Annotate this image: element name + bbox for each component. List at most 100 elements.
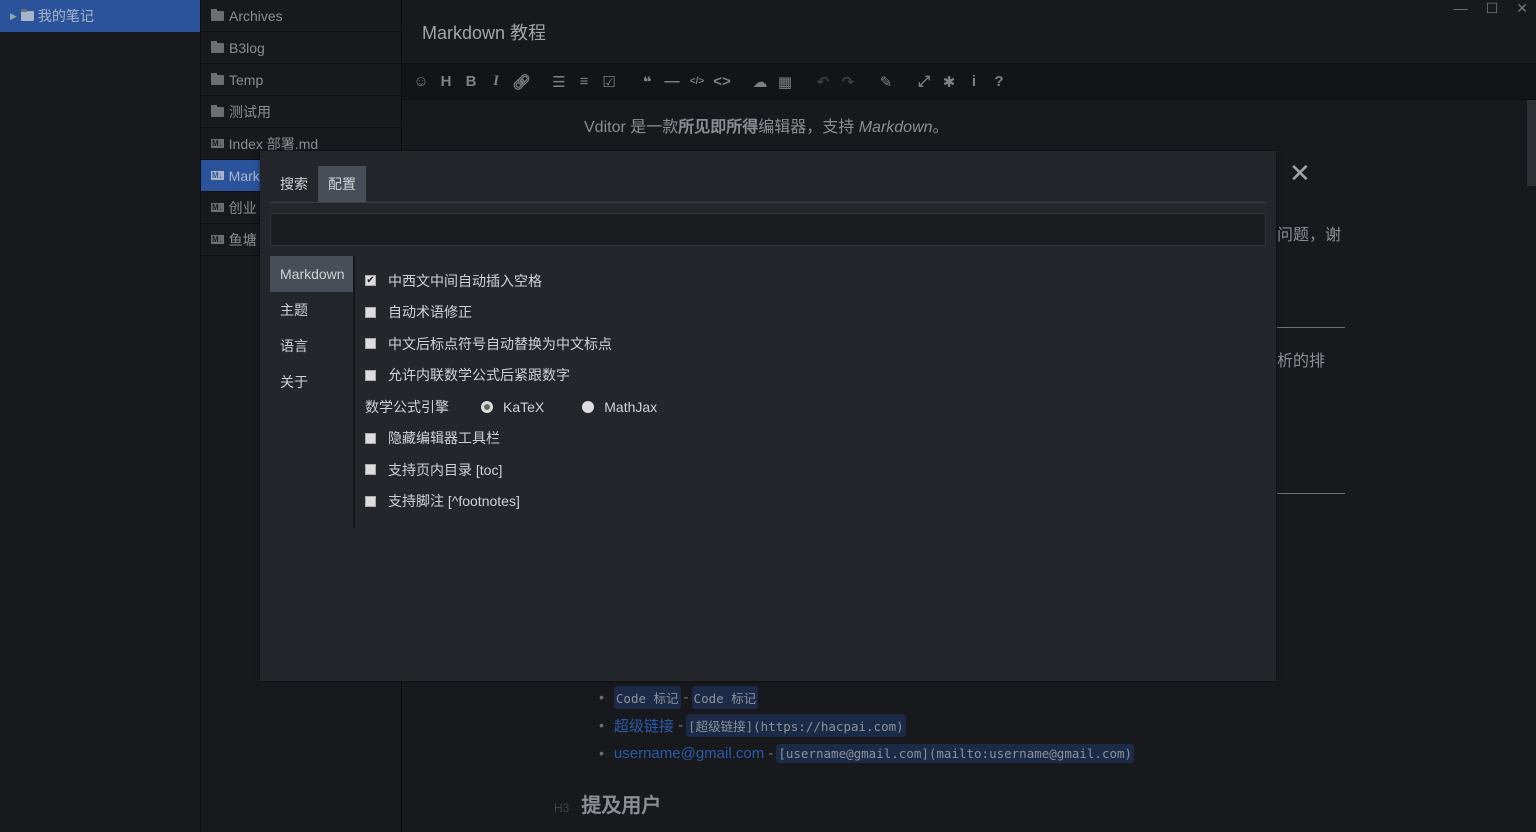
minimize-icon[interactable]: — (1454, 0, 1468, 17)
tab-settings[interactable]: 配置 (318, 166, 366, 202)
file-item[interactable]: B3log (201, 32, 401, 64)
paragraph-fragment: 问题，谢 (1277, 227, 1342, 244)
line-icon[interactable]: — (663, 73, 681, 90)
markdown-icon: M↓ (211, 171, 224, 180)
nav-markdown[interactable]: Markdown (270, 256, 353, 292)
document-title[interactable]: Markdown 教程 (402, 0, 1536, 64)
heading-text: 提及用户 (581, 795, 662, 817)
option-toc[interactable]: 支持页内目录 [toc] (365, 454, 657, 486)
nav-about[interactable]: 关于 (270, 364, 353, 400)
ordered-list-icon[interactable]: ≡ (575, 73, 593, 90)
folder-icon (211, 8, 224, 21)
file-label: Temp (229, 71, 264, 88)
divider (1277, 327, 1345, 328)
code-source: [username@gmail.com](mailto:username@gma… (776, 743, 1135, 763)
email-link[interactable]: username@gmail.com (614, 745, 764, 762)
intro-paragraph: Vditor 是一款所见即所得编辑器，支持 Markdown。 (584, 113, 949, 137)
italic-icon[interactable]: I (487, 73, 505, 90)
checkbox[interactable] (365, 464, 376, 476)
undo-icon[interactable]: ↶ (814, 73, 832, 91)
option-autospace[interactable]: ✔ 中西文中间自动插入空格 (365, 265, 657, 297)
option-label: 允许内联数学公式后紧跟数字 (388, 367, 570, 384)
headings-icon[interactable]: H (437, 73, 455, 90)
fullscreen-icon[interactable]: ⤢ (915, 73, 933, 90)
option-chinese-punct[interactable]: 中文后标点符号自动替换为中文标点 (365, 328, 657, 360)
checkbox[interactable] (365, 495, 376, 507)
maximize-icon[interactable]: ☐ (1486, 0, 1499, 17)
dialog-tabs: 搜索 配置 (270, 166, 1266, 203)
code-icon[interactable]: <> (713, 73, 731, 90)
info-icon[interactable]: i (965, 73, 983, 90)
tab-search[interactable]: 搜索 (270, 166, 318, 202)
divider (1277, 493, 1345, 494)
radio-mathjax[interactable] (582, 400, 595, 413)
notebook-label: 我的笔记 (37, 8, 94, 24)
inline-code-icon[interactable]: </> (688, 76, 706, 87)
bold-text: 所见即所得 (678, 119, 759, 136)
markdown-icon: M↓ (211, 203, 224, 212)
file-item[interactable]: Archives (201, 0, 401, 32)
checkbox[interactable] (365, 306, 376, 318)
option-label: 数学公式引擎 (365, 398, 449, 415)
folder-icon (211, 104, 224, 117)
folder-icon (211, 72, 224, 85)
redo-icon[interactable]: ↷ (839, 73, 857, 91)
option-label: 自动术语修正 (388, 304, 472, 321)
close-window-icon[interactable]: ✕ (1516, 0, 1528, 17)
window-controls: — ☐ ✕ (1454, 0, 1528, 17)
option-inline-math-digit[interactable]: 允许内联数学公式后紧跟数字 (365, 360, 657, 392)
check-icon[interactable]: ☑ (600, 73, 618, 91)
emoji-icon[interactable]: ☺ (412, 73, 430, 90)
nav-theme[interactable]: 主题 (270, 292, 353, 328)
list-icon[interactable]: ☰ (550, 73, 568, 91)
code-source: [超级链接](https://hacpai.com) (686, 713, 906, 737)
caret-right-icon: ▶ (10, 10, 17, 21)
heading-marker: H3 (554, 801, 570, 815)
toolbar: ☺ H B I 🔗︎ ☰ ≡ ☑ ❝ — </> <> ☁ ▦ ↶ ↷ ✎ ⤢ … (402, 64, 1536, 100)
checkbox[interactable]: ✔ (365, 275, 376, 287)
quote-icon[interactable]: ❝ (638, 73, 656, 91)
folder-icon (211, 40, 224, 53)
scrollbar[interactable] (1527, 100, 1536, 186)
option-label: 隐藏编辑器工具栏 (388, 430, 500, 447)
folder-icon (20, 9, 34, 21)
option-fixterm[interactable]: 自动术语修正 (365, 297, 657, 329)
option-hide-toolbar[interactable]: 隐藏编辑器工具栏 (365, 423, 657, 455)
code-source: Code 标记 (691, 685, 759, 709)
file-item[interactable]: 测试用 (201, 96, 401, 128)
devtools-bug-icon[interactable]: ✱ (940, 73, 958, 91)
link-icon[interactable]: 🔗︎ (512, 73, 531, 91)
edit-mode-icon[interactable]: ✎ (877, 73, 895, 91)
file-item[interactable]: Temp (201, 64, 401, 96)
text: Vditor 是一款 (584, 119, 679, 136)
markdown-options: ✔ 中西文中间自动插入空格 自动术语修正 中文后标点符号自动替换为中文标点 允许内… (365, 265, 657, 517)
notebook-item[interactable]: ▶ 我的笔记 (0, 0, 200, 32)
checkbox[interactable] (365, 369, 376, 381)
checkbox[interactable] (365, 338, 376, 350)
radio-label[interactable]: MathJax (604, 399, 657, 415)
nav-language[interactable]: 语言 (270, 328, 353, 364)
option-label: 中西文中间自动插入空格 (388, 272, 542, 289)
italic-text: Markdown (858, 119, 933, 136)
radio-katex[interactable] (481, 400, 493, 413)
option-footnotes[interactable]: 支持脚注 [^footnotes] (365, 486, 657, 518)
help-icon[interactable]: ? (990, 73, 1008, 90)
bold-icon[interactable]: B (462, 73, 480, 90)
markdown-icon: M↓ (211, 139, 224, 148)
option-label: 支持页内目录 [toc] (388, 461, 503, 478)
math-engine: 数学公式引擎 KaTeX MathJax (365, 391, 657, 423)
close-dialog-icon[interactable]: ✕ (1289, 160, 1311, 186)
link[interactable]: 超级链接 (614, 715, 674, 736)
list-item: Code 标记-Code 标记 (599, 683, 1137, 711)
radio-label[interactable]: KaTeX (503, 399, 544, 415)
checkbox[interactable] (365, 432, 376, 444)
upload-icon[interactable]: ☁ (751, 73, 769, 91)
list-item: 超级链接 -[超级链接](https://hacpai.com) (599, 711, 1137, 739)
file-label: 测试用 (229, 103, 271, 120)
code-sample: Code 标记 (613, 685, 681, 709)
syntax-list: Code 标记-Code 标记 超级链接 -[超级链接](https://hac… (599, 683, 1137, 767)
text: 编辑器，支持 (758, 119, 859, 136)
file-label: B3log (229, 39, 265, 56)
search-input[interactable] (270, 213, 1266, 246)
table-icon[interactable]: ▦ (776, 73, 794, 91)
